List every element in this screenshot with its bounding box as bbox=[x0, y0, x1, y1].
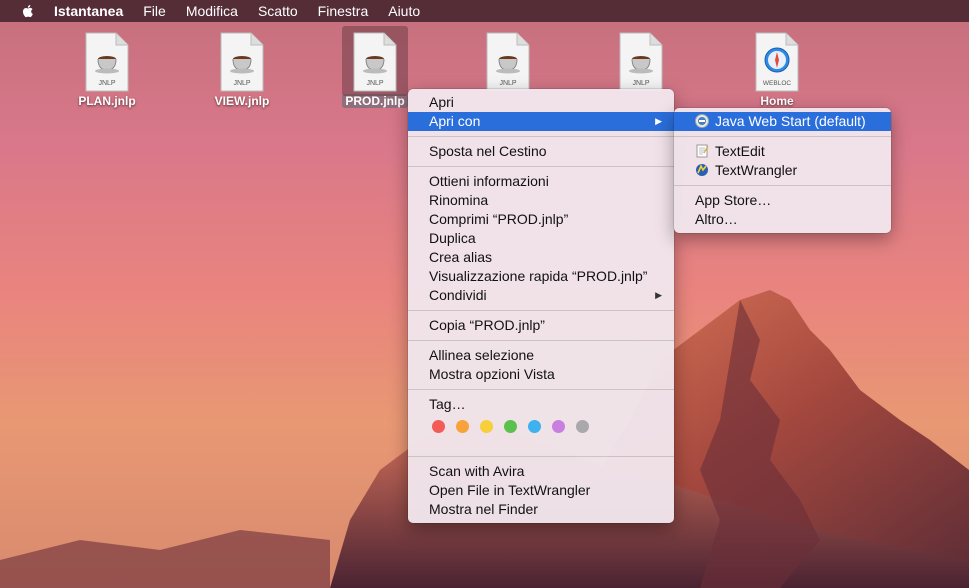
submenu-item-label: TextWrangler bbox=[715, 162, 798, 178]
menu-separator bbox=[408, 310, 674, 311]
desktop-file-4[interactable]: JNLP bbox=[458, 32, 558, 92]
file-label: Home bbox=[760, 94, 794, 108]
menu-separator bbox=[408, 456, 674, 457]
menu-item-open-textwrangler[interactable]: Open File in TextWrangler bbox=[408, 481, 674, 500]
tag-blue-dot[interactable] bbox=[528, 420, 541, 433]
tag-gray-dot[interactable] bbox=[576, 420, 589, 433]
menu-item-duplica[interactable]: Duplica bbox=[408, 229, 674, 248]
submenu-item-textedit[interactable]: TextEdit bbox=[674, 142, 891, 161]
submenu-arrow-icon: ▶ bbox=[655, 290, 662, 300]
tag-green-dot[interactable] bbox=[504, 420, 517, 433]
file-label: PROD.jnlp bbox=[342, 94, 408, 108]
file-badge: JNLP bbox=[632, 80, 649, 87]
menu-separator bbox=[408, 389, 674, 390]
menu-scatto[interactable]: Scatto bbox=[258, 0, 298, 22]
menu-item-condividi[interactable]: Condividi ▶ bbox=[408, 286, 674, 305]
jnlp-file-icon: JNLP bbox=[618, 32, 664, 92]
menu-item-scan-avira[interactable]: Scan with Avira bbox=[408, 462, 674, 481]
menu-separator bbox=[408, 136, 674, 137]
menu-modifica[interactable]: Modifica bbox=[186, 0, 238, 22]
file-badge: JNLP bbox=[366, 80, 383, 87]
submenu-item-altro[interactable]: Altro… bbox=[674, 210, 891, 229]
menu-finestra[interactable]: Finestra bbox=[318, 0, 369, 22]
tag-red-dot[interactable] bbox=[432, 420, 445, 433]
menu-app-name[interactable]: Istantanea bbox=[54, 0, 123, 22]
menu-separator bbox=[408, 340, 674, 341]
textedit-icon bbox=[695, 144, 709, 158]
submenu-item-app-store[interactable]: App Store… bbox=[674, 191, 891, 210]
menu-item-crea-alias[interactable]: Crea alias bbox=[408, 248, 674, 267]
tag-orange-dot[interactable] bbox=[456, 420, 469, 433]
webloc-file-icon: WEBLOC bbox=[754, 32, 800, 92]
submenu-arrow-icon: ▶ bbox=[655, 116, 662, 126]
menu-item-comprimi[interactable]: Comprimi “PROD.jnlp” bbox=[408, 210, 674, 229]
menu-separator bbox=[674, 185, 891, 186]
file-badge: JNLP bbox=[499, 80, 516, 87]
submenu-item-textwrangler[interactable]: TextWrangler bbox=[674, 161, 891, 180]
tag-yellow-dot[interactable] bbox=[480, 420, 493, 433]
submenu-item-java-web-start[interactable]: Java Web Start (default) bbox=[674, 112, 891, 131]
menu-aiuto[interactable]: Aiuto bbox=[388, 0, 420, 22]
menu-file[interactable]: File bbox=[143, 0, 166, 22]
tag-color-row bbox=[408, 414, 674, 439]
menu-separator bbox=[674, 136, 891, 137]
context-menu: Apri Apri con ▶ Sposta nel Cestino Ottie… bbox=[408, 89, 674, 523]
jnlp-file-icon: JNLP bbox=[219, 32, 265, 92]
jnlp-file-icon: JNLP bbox=[342, 26, 408, 96]
menu-item-sposta-cestino[interactable]: Sposta nel Cestino bbox=[408, 142, 674, 161]
menu-item-allinea[interactable]: Allinea selezione bbox=[408, 346, 674, 365]
menu-item-apri-con[interactable]: Apri con ▶ bbox=[408, 112, 674, 131]
menu-item-label: Apri con bbox=[429, 113, 481, 129]
menu-item-copia[interactable]: Copia “PROD.jnlp” bbox=[408, 316, 674, 335]
menu-item-opzioni-vista[interactable]: Mostra opzioni Vista bbox=[408, 365, 674, 384]
menu-item-tag[interactable]: Tag… bbox=[408, 395, 674, 414]
tag-purple-dot[interactable] bbox=[552, 420, 565, 433]
menu-bar: Istantanea File Modifica Scatto Finestra… bbox=[0, 0, 969, 22]
jnlp-file-icon: JNLP bbox=[485, 32, 531, 92]
submenu-item-label: TextEdit bbox=[715, 143, 765, 159]
menu-item-quick-look[interactable]: Visualizzazione rapida “PROD.jnlp” bbox=[408, 267, 674, 286]
desktop-file-5[interactable]: JNLP bbox=[591, 32, 691, 92]
file-label: VIEW.jnlp bbox=[214, 94, 270, 108]
file-label: PLAN.jnlp bbox=[78, 94, 136, 108]
apple-menu-icon[interactable] bbox=[20, 3, 36, 19]
desktop-file-home[interactable]: WEBLOC Home bbox=[727, 32, 827, 110]
menu-item-rinomina[interactable]: Rinomina bbox=[408, 191, 674, 210]
file-badge: JNLP bbox=[233, 80, 250, 87]
java-web-start-icon bbox=[695, 114, 709, 128]
submenu-item-label: Java Web Start (default) bbox=[715, 113, 866, 129]
desktop-file-plan[interactable]: JNLP PLAN.jnlp bbox=[57, 32, 157, 110]
file-badge: JNLP bbox=[98, 80, 115, 87]
menu-item-label: Condividi bbox=[429, 287, 487, 303]
menu-item-apri[interactable]: Apri bbox=[408, 93, 674, 112]
desktop-file-view[interactable]: JNLP VIEW.jnlp bbox=[192, 32, 292, 110]
jnlp-file-icon: JNLP bbox=[84, 32, 130, 92]
open-with-submenu: Java Web Start (default) TextEdit TextWr… bbox=[674, 108, 891, 233]
menu-item-mostra-finder[interactable]: Mostra nel Finder bbox=[408, 500, 674, 519]
textwrangler-icon bbox=[695, 163, 709, 177]
menu-separator bbox=[408, 166, 674, 167]
file-badge: WEBLOC bbox=[763, 80, 791, 87]
menu-item-ottieni-info[interactable]: Ottieni informazioni bbox=[408, 172, 674, 191]
